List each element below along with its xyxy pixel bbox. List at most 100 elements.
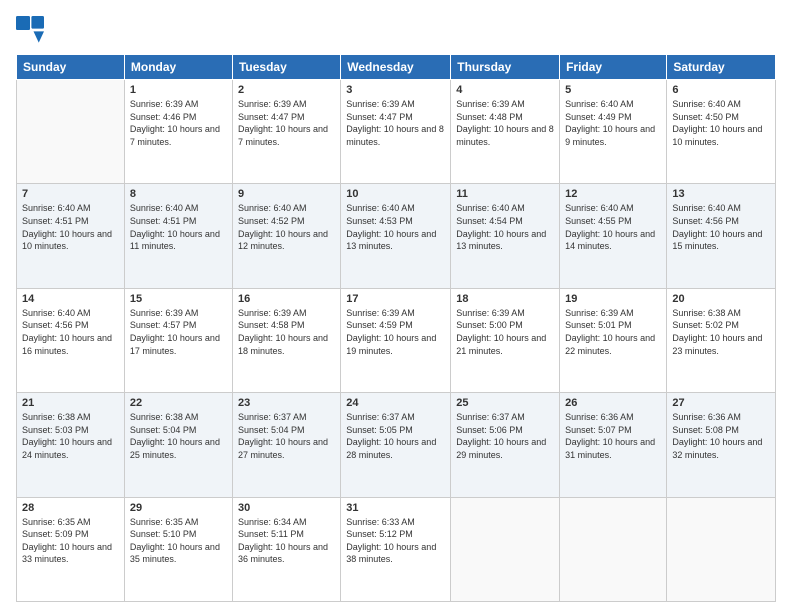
day-number: 13	[672, 188, 770, 200]
calendar-cell: 27Sunrise: 6:36 AMSunset: 5:08 PMDayligh…	[667, 393, 776, 497]
day-number: 11	[456, 188, 554, 200]
col-friday: Friday	[560, 55, 667, 80]
day-number: 10	[346, 188, 445, 200]
day-info: Sunrise: 6:39 AMSunset: 5:00 PMDaylight:…	[456, 307, 554, 357]
logo	[16, 16, 48, 44]
day-info: Sunrise: 6:40 AMSunset: 4:51 PMDaylight:…	[130, 202, 227, 252]
day-info: Sunrise: 6:40 AMSunset: 4:51 PMDaylight:…	[22, 202, 119, 252]
calendar-cell: 18 Sunrise: 6:39 AMSunset: 5:00 PMDayligh…	[451, 288, 560, 392]
day-info: Sunrise: 6:37 AMSunset: 5:05 PMDaylight:…	[346, 411, 445, 461]
col-saturday: Saturday	[667, 55, 776, 80]
col-wednesday: Wednesday	[341, 55, 451, 80]
calendar-cell: 28 Sunrise: 6:35 AMSunset: 5:09 PMDayligh…	[17, 497, 125, 601]
calendar-week-row: 21 Sunrise: 6:38 AMSunset: 5:03 PMDayligh…	[17, 393, 776, 497]
day-number: 1	[130, 84, 227, 96]
col-sunday: Sunday	[17, 55, 125, 80]
calendar-cell	[667, 497, 776, 601]
calendar-cell: 29 Sunrise: 6:35 AMSunset: 5:10 PMDayligh…	[124, 497, 232, 601]
calendar-cell: 24 Sunrise: 6:37 AMSunset: 5:05 PMDayligh…	[341, 393, 451, 497]
day-number: 3	[346, 84, 445, 96]
day-number: 18	[456, 293, 554, 305]
calendar-cell: 1 Sunrise: 6:39 AMSunset: 4:46 PMDaylight…	[124, 80, 232, 184]
day-number: 7	[22, 188, 119, 200]
day-number: 30	[238, 502, 335, 514]
day-number: 16	[238, 293, 335, 305]
day-info: Sunrise: 6:35 AMSunset: 5:10 PMDaylight:…	[130, 516, 227, 566]
day-info: Sunrise: 6:40 AMSunset: 4:49 PMDaylight:…	[565, 98, 661, 148]
calendar-cell: 17 Sunrise: 6:39 AMSunset: 4:59 PMDayligh…	[341, 288, 451, 392]
calendar-cell: 22Sunrise: 6:38 AMSunset: 5:04 PMDayligh…	[124, 393, 232, 497]
day-number: 5	[565, 84, 661, 96]
calendar-cell: 14 Sunrise: 6:40 AMSunset: 4:56 PMDayligh…	[17, 288, 125, 392]
calendar-cell: 4Sunrise: 6:39 AMSunset: 4:48 PMDaylight…	[451, 80, 560, 184]
day-info: Sunrise: 6:39 AMSunset: 4:47 PMDaylight:…	[238, 98, 335, 148]
calendar-cell	[451, 497, 560, 601]
day-number: 15	[130, 293, 227, 305]
logo-icon	[16, 16, 44, 44]
day-info: Sunrise: 6:40 AMSunset: 4:55 PMDaylight:…	[565, 202, 661, 252]
day-number: 21	[22, 397, 119, 409]
day-info: Sunrise: 6:39 AMSunset: 4:47 PMDaylight:…	[346, 98, 445, 148]
day-number: 25	[456, 397, 554, 409]
day-number: 27	[672, 397, 770, 409]
day-info: Sunrise: 6:34 AMSunset: 5:11 PMDaylight:…	[238, 516, 335, 566]
day-info: Sunrise: 6:39 AMSunset: 4:57 PMDaylight:…	[130, 307, 227, 357]
day-info: Sunrise: 6:39 AMSunset: 4:48 PMDaylight:…	[456, 98, 554, 148]
calendar-cell: 3 Sunrise: 6:39 AMSunset: 4:47 PMDaylight…	[341, 80, 451, 184]
day-info: Sunrise: 6:39 AMSunset: 4:59 PMDaylight:…	[346, 307, 445, 357]
calendar-week-row: 14 Sunrise: 6:40 AMSunset: 4:56 PMDayligh…	[17, 288, 776, 392]
day-number: 26	[565, 397, 661, 409]
calendar-cell: 19Sunrise: 6:39 AMSunset: 5:01 PMDayligh…	[560, 288, 667, 392]
day-number: 6	[672, 84, 770, 96]
day-info: Sunrise: 6:38 AMSunset: 5:02 PMDaylight:…	[672, 307, 770, 357]
calendar-cell: 31 Sunrise: 6:33 AMSunset: 5:12 PMDayligh…	[341, 497, 451, 601]
day-number: 28	[22, 502, 119, 514]
calendar-cell: 9Sunrise: 6:40 AMSunset: 4:52 PMDaylight…	[232, 184, 340, 288]
calendar-cell: 12 Sunrise: 6:40 AMSunset: 4:55 PMDayligh…	[560, 184, 667, 288]
calendar-cell: 2 Sunrise: 6:39 AMSunset: 4:47 PMDaylight…	[232, 80, 340, 184]
day-number: 8	[130, 188, 227, 200]
day-info: Sunrise: 6:40 AMSunset: 4:56 PMDaylight:…	[672, 202, 770, 252]
day-number: 2	[238, 84, 335, 96]
day-info: Sunrise: 6:39 AMSunset: 4:46 PMDaylight:…	[130, 98, 227, 148]
day-number: 19	[565, 293, 661, 305]
calendar-cell: 6 Sunrise: 6:40 AMSunset: 4:50 PMDaylight…	[667, 80, 776, 184]
calendar-cell: 21 Sunrise: 6:38 AMSunset: 5:03 PMDayligh…	[17, 393, 125, 497]
calendar-cell: 5 Sunrise: 6:40 AMSunset: 4:49 PMDaylight…	[560, 80, 667, 184]
calendar-cell: 8 Sunrise: 6:40 AMSunset: 4:51 PMDaylight…	[124, 184, 232, 288]
day-number: 14	[22, 293, 119, 305]
calendar-cell: 7 Sunrise: 6:40 AMSunset: 4:51 PMDaylight…	[17, 184, 125, 288]
day-info: Sunrise: 6:36 AMSunset: 5:07 PMDaylight:…	[565, 411, 661, 461]
day-info: Sunrise: 6:40 AMSunset: 4:56 PMDaylight:…	[22, 307, 119, 357]
day-info: Sunrise: 6:38 AMSunset: 5:04 PMDaylight:…	[130, 411, 227, 461]
calendar-header-row: Sunday Monday Tuesday Wednesday Thursday…	[17, 55, 776, 80]
calendar-page: Sunday Monday Tuesday Wednesday Thursday…	[0, 0, 792, 612]
day-info: Sunrise: 6:37 AMSunset: 5:04 PMDaylight:…	[238, 411, 335, 461]
calendar-cell: 30 Sunrise: 6:34 AMSunset: 5:11 PMDayligh…	[232, 497, 340, 601]
calendar-cell: 26 Sunrise: 6:36 AMSunset: 5:07 PMDayligh…	[560, 393, 667, 497]
day-info: Sunrise: 6:37 AMSunset: 5:06 PMDaylight:…	[456, 411, 554, 461]
calendar-cell: 11 Sunrise: 6:40 AMSunset: 4:54 PMDayligh…	[451, 184, 560, 288]
calendar-cell: 15 Sunrise: 6:39 AMSunset: 4:57 PMDayligh…	[124, 288, 232, 392]
calendar-cell	[17, 80, 125, 184]
day-info: Sunrise: 6:40 AMSunset: 4:54 PMDaylight:…	[456, 202, 554, 252]
day-number: 17	[346, 293, 445, 305]
col-monday: Monday	[124, 55, 232, 80]
day-number: 24	[346, 397, 445, 409]
calendar-table: Sunday Monday Tuesday Wednesday Thursday…	[16, 54, 776, 602]
day-info: Sunrise: 6:35 AMSunset: 5:09 PMDaylight:…	[22, 516, 119, 566]
calendar-week-row: 28 Sunrise: 6:35 AMSunset: 5:09 PMDayligh…	[17, 497, 776, 601]
calendar-cell: 20Sunrise: 6:38 AMSunset: 5:02 PMDayligh…	[667, 288, 776, 392]
day-number: 29	[130, 502, 227, 514]
day-number: 12	[565, 188, 661, 200]
day-info: Sunrise: 6:33 AMSunset: 5:12 PMDaylight:…	[346, 516, 445, 566]
day-info: Sunrise: 6:40 AMSunset: 4:50 PMDaylight:…	[672, 98, 770, 148]
calendar-cell: 23 Sunrise: 6:37 AMSunset: 5:04 PMDayligh…	[232, 393, 340, 497]
col-thursday: Thursday	[451, 55, 560, 80]
calendar-week-row: 1 Sunrise: 6:39 AMSunset: 4:46 PMDaylight…	[17, 80, 776, 184]
day-number: 23	[238, 397, 335, 409]
day-info: Sunrise: 6:38 AMSunset: 5:03 PMDaylight:…	[22, 411, 119, 461]
day-number: 31	[346, 502, 445, 514]
col-tuesday: Tuesday	[232, 55, 340, 80]
calendar-cell: 10Sunrise: 6:40 AMSunset: 4:53 PMDayligh…	[341, 184, 451, 288]
